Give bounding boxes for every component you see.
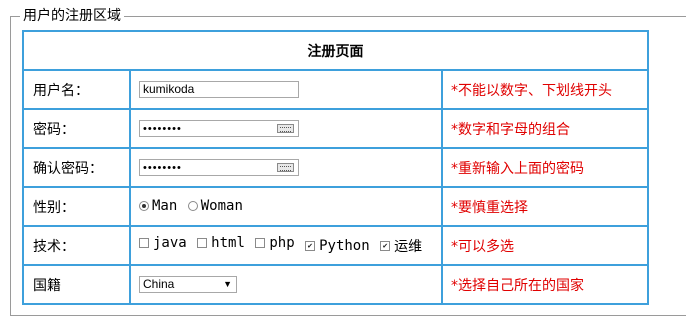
tech-option-python[interactable]: ✔ Python <box>305 238 370 254</box>
confirm-password-value: •••••••• <box>143 162 182 174</box>
username-row: 用户名： kumikoda *不能以数字、下划线开头 <box>22 69 649 110</box>
tech-option-label: java <box>153 235 187 251</box>
tech-option-java[interactable]: java <box>139 235 187 251</box>
country-hint: *选择自己所在的国家 <box>441 264 649 305</box>
keyboard-icon[interactable] <box>277 163 294 172</box>
radio-icon[interactable] <box>187 201 198 211</box>
confirm-label: 确认密码： <box>22 147 131 188</box>
fieldset-legend: 用户的注册区域 <box>20 8 124 24</box>
confirm-hint: *重新输入上面的密码 <box>441 147 649 188</box>
country-row: 国籍 China ▼ *选择自己所在的国家 <box>22 264 649 305</box>
gender-option-label: Woman <box>200 198 243 214</box>
tech-row: 技术： java html php ✔ Python ✔ 运维 *可以多选 <box>22 225 649 266</box>
country-select-value: China <box>143 277 175 291</box>
checkbox-checked-icon[interactable]: ✔ <box>305 241 316 251</box>
username-input[interactable]: kumikoda <box>139 81 299 98</box>
registration-table: 注册页面 用户名： kumikoda *不能以数字、下划线开头 密码： ••••… <box>22 30 649 305</box>
checkbox-checked-icon[interactable]: ✔ <box>380 241 391 251</box>
tech-option-label: 运维 <box>394 239 423 255</box>
password-label: 密码： <box>22 108 131 149</box>
gender-row: 性别： Man Woman *要慎重选择 <box>22 186 649 227</box>
confirm-row: 确认密码： •••••••• *重新输入上面的密码 <box>22 147 649 188</box>
gender-option-man[interactable]: Man <box>139 198 177 214</box>
radio-selected-icon[interactable] <box>139 201 149 211</box>
password-hint: *数字和字母的组合 <box>441 108 649 149</box>
gender-hint: *要慎重选择 <box>441 186 649 227</box>
password-value: •••••••• <box>143 123 182 135</box>
tech-option-label: html <box>211 235 245 251</box>
country-label: 国籍 <box>22 264 131 305</box>
dropdown-arrow-icon[interactable]: ▼ <box>223 277 232 292</box>
tech-option-ops[interactable]: ✔ 运维 <box>380 236 422 256</box>
tech-option-label: php <box>269 235 295 251</box>
gender-option-label: Man <box>152 198 178 214</box>
tech-label: 技术： <box>22 225 131 266</box>
password-row: 密码： •••••••• *数字和字母的组合 <box>22 108 649 149</box>
title-row: 注册页面 <box>22 30 649 71</box>
tech-option-label: Python <box>319 238 370 254</box>
confirm-password-input[interactable]: •••••••• <box>139 159 299 176</box>
gender-label: 性别： <box>22 186 131 227</box>
checkbox-icon[interactable] <box>139 238 149 248</box>
tech-option-php[interactable]: php <box>255 235 295 251</box>
username-hint: *不能以数字、下划线开头 <box>441 69 649 110</box>
tech-hint: *可以多选 <box>441 225 649 266</box>
keyboard-icon[interactable] <box>277 124 294 133</box>
gender-option-woman[interactable]: Woman <box>187 198 243 214</box>
password-input[interactable]: •••••••• <box>139 120 299 137</box>
country-select[interactable]: China ▼ <box>139 276 237 293</box>
checkbox-icon[interactable] <box>197 238 208 248</box>
checkbox-icon[interactable] <box>255 238 266 248</box>
tech-option-html[interactable]: html <box>197 235 245 251</box>
form-title: 注册页面 <box>22 30 649 71</box>
username-label: 用户名： <box>22 69 131 110</box>
